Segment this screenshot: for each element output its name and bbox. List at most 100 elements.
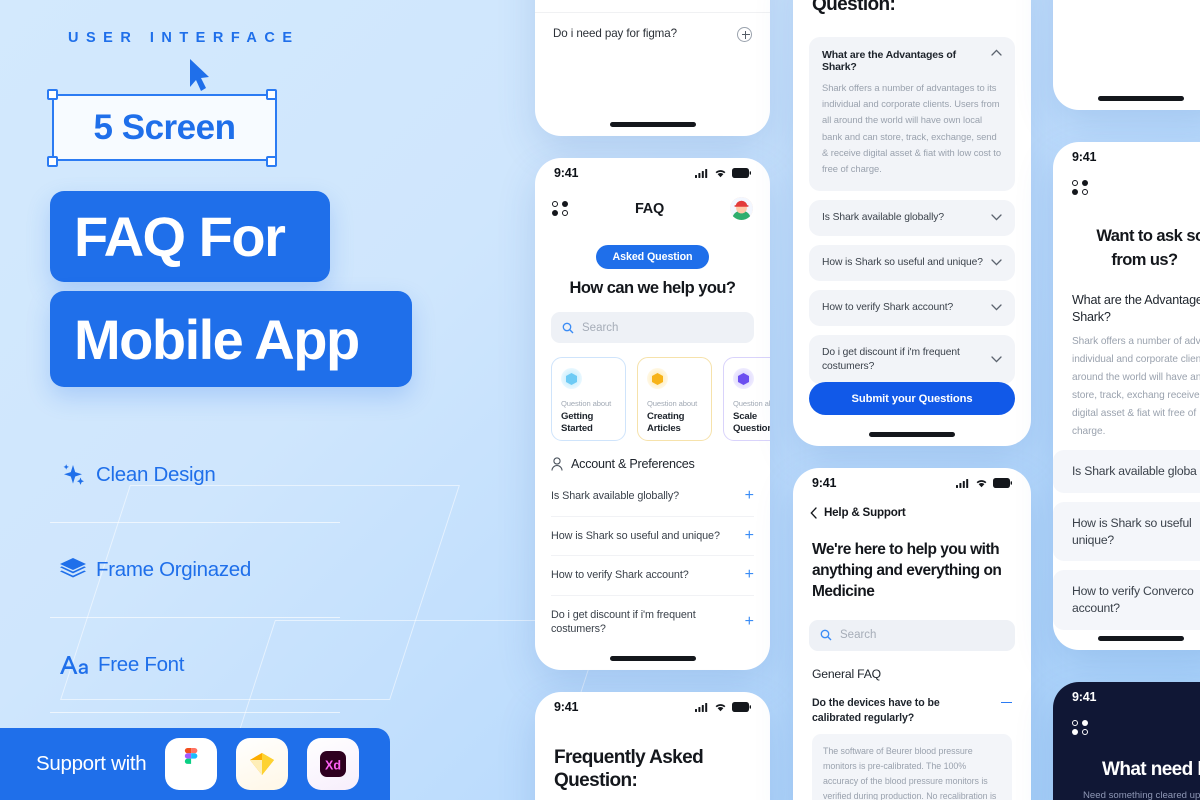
status-time: 9:41 <box>554 700 579 714</box>
category-card[interactable]: Question about Getting Started <box>551 357 626 441</box>
status-time: 9:41 <box>1072 690 1097 704</box>
status-time: 9:41 <box>554 166 579 180</box>
back-label: Help & Support <box>824 506 906 519</box>
question-row[interactable]: Do i need to know to use Figma? <box>535 0 770 14</box>
accordion-label: How is Shark so useful unique? <box>1072 515 1192 547</box>
card-kicker: Question about <box>561 399 612 408</box>
accordion-expanded[interactable]: What are the Advantages of Shark? Shark … <box>809 37 1015 192</box>
chevron-up-icon[interactable] <box>991 49 1002 56</box>
menu-wrap <box>1053 712 1200 735</box>
card-title: Creating Articles <box>647 411 685 434</box>
feature-label: Clean Design <box>96 463 216 486</box>
figma-icon[interactable] <box>165 738 218 790</box>
search-icon <box>820 629 832 641</box>
cube-blue-icon <box>561 368 582 389</box>
category-card[interactable]: Question about Scale Question <box>723 357 770 441</box>
question-row[interactable]: Do i need pay for figma? <box>535 13 770 55</box>
plus-icon[interactable]: + <box>745 567 754 583</box>
screen-verify-partial: How to verify Converco account? <box>1053 0 1200 110</box>
card-title: Getting Started <box>561 411 594 434</box>
menu-dots-icon[interactable] <box>1072 180 1089 195</box>
home-indicator <box>609 656 696 661</box>
status-icons <box>695 168 751 178</box>
accordion-row[interactable]: Do i get discount if i'm frequent costum… <box>551 596 754 649</box>
home-indicator <box>609 122 696 127</box>
poster-panel: USER INTERFACE 5 Screen FAQ For Mobile A… <box>0 0 470 800</box>
plus-circle-icon[interactable] <box>737 26 752 42</box>
status-time: 9:41 <box>812 476 837 490</box>
accordion-row[interactable]: How to verify Shark account? + <box>551 556 754 596</box>
screen-question-accordion: Question: What are the Advantages of Sha… <box>793 0 1031 446</box>
plus-icon[interactable]: + <box>745 527 754 543</box>
search-field[interactable]: Search <box>551 312 754 343</box>
accordion-row[interactable]: Is Shark available globally? + <box>551 477 754 517</box>
selection-handle-br[interactable] <box>266 156 277 167</box>
hero-heading-line-1: Want to ask som <box>1096 227 1200 245</box>
chevron-down-icon[interactable] <box>991 356 1002 363</box>
menu-dots-icon[interactable] <box>552 201 569 216</box>
adobe-xd-icon[interactable]: Xd <box>307 738 360 790</box>
feature-item-frame-organized: Frame Orginazed <box>50 523 340 618</box>
feature-item-free-font: Free Font <box>50 618 340 713</box>
sparkle-icon <box>50 461 96 489</box>
accordion-row[interactable]: Is Shark available globally? <box>809 200 1015 236</box>
typography-icon <box>50 653 96 677</box>
feature-list: Clean Design Frame Orginazed Free Font <box>50 428 340 713</box>
minus-icon[interactable] <box>1001 701 1012 704</box>
sketch-icon[interactable] <box>236 738 289 790</box>
accordion-row[interactable]: How to verify Converco account? <box>1053 570 1200 631</box>
accordion-row[interactable]: Is Shark available globa <box>1053 450 1200 493</box>
wifi-icon <box>976 480 987 488</box>
plus-icon[interactable]: + <box>745 488 754 504</box>
screen-count-label: 5 Screen <box>93 107 236 147</box>
accordion-label: Is Shark available globally? <box>822 212 944 224</box>
accordion-expanded-header[interactable]: What are the Advantages of Shark? <box>822 49 1002 73</box>
wifi-icon <box>715 704 726 712</box>
status-icons <box>695 702 751 712</box>
poster-title: FAQ For Mobile App <box>50 191 412 387</box>
accordion-row[interactable]: How is Shark so useful unique? <box>1053 501 1200 562</box>
accordion-label: Do i get discount if i'm frequent costum… <box>822 346 960 372</box>
battery-icon <box>732 702 751 712</box>
cube-purple-icon <box>733 368 754 389</box>
search-field[interactable]: Search <box>809 619 1015 651</box>
accordion-row[interactable]: How to verify Shark account? <box>809 289 1015 326</box>
selection-handle-bl[interactable] <box>47 156 58 167</box>
section-header: Account & Preferences <box>535 441 770 477</box>
category-card[interactable]: Question about Creating Articles <box>637 357 712 441</box>
avatar[interactable] <box>729 197 753 220</box>
status-time: 9:41 <box>1072 150 1097 164</box>
hero-heading: What need hel <box>1102 759 1200 780</box>
cellular-icon <box>695 169 708 178</box>
accordion-label: What are the Advantages of Shark? <box>1072 292 1200 324</box>
back-nav[interactable]: Help & Support <box>793 498 1031 519</box>
feature-label: Free Font <box>98 653 185 676</box>
hero-heading-line-2: from us? <box>1111 251 1178 270</box>
menu-dots-icon[interactable] <box>1072 720 1089 735</box>
page-title: FAQ <box>635 200 664 217</box>
poster-title-line-1: FAQ For <box>50 191 330 282</box>
selection-handle-tr[interactable] <box>266 89 277 100</box>
chevron-down-icon[interactable] <box>991 259 1002 266</box>
chevron-left-icon[interactable] <box>810 506 817 519</box>
accordion-row[interactable]: How is Shark so useful and unique? <box>809 244 1015 281</box>
plus-icon[interactable]: + <box>745 614 754 630</box>
faq-question-row[interactable]: Do the devices have to be calibrated reg… <box>793 681 1031 726</box>
question-text: Do i need pay for figma? <box>553 27 677 41</box>
accordion-row[interactable]: How is Shark so useful and unique? + <box>551 517 754 557</box>
layers-icon <box>50 557 96 583</box>
accordion-label: What are the Advantages of Shark? <box>822 49 956 73</box>
chevron-down-icon[interactable] <box>991 304 1002 311</box>
accordion-expanded[interactable]: What are the Advantages of Shark? Shark … <box>1072 292 1200 441</box>
svg-text:Xd: Xd <box>325 759 341 773</box>
submit-questions-button[interactable]: Submit your Questions <box>809 382 1015 415</box>
accordion-row[interactable]: Do i get discount if i'm frequent costum… <box>809 334 1015 385</box>
hero-heading: We're here to help you with anything and… <box>812 541 1002 600</box>
home-indicator <box>1097 636 1184 641</box>
selection-handle-tl[interactable] <box>47 89 58 100</box>
asked-question-pill[interactable]: Asked Question <box>595 245 710 269</box>
accordion-label: How is Shark so useful and unique? <box>551 529 720 542</box>
hero-subtitle-line-1: Need something cleared up? Here <box>1083 790 1200 800</box>
chevron-down-icon[interactable] <box>991 214 1002 221</box>
section-title: Account & Preferences <box>571 457 695 471</box>
